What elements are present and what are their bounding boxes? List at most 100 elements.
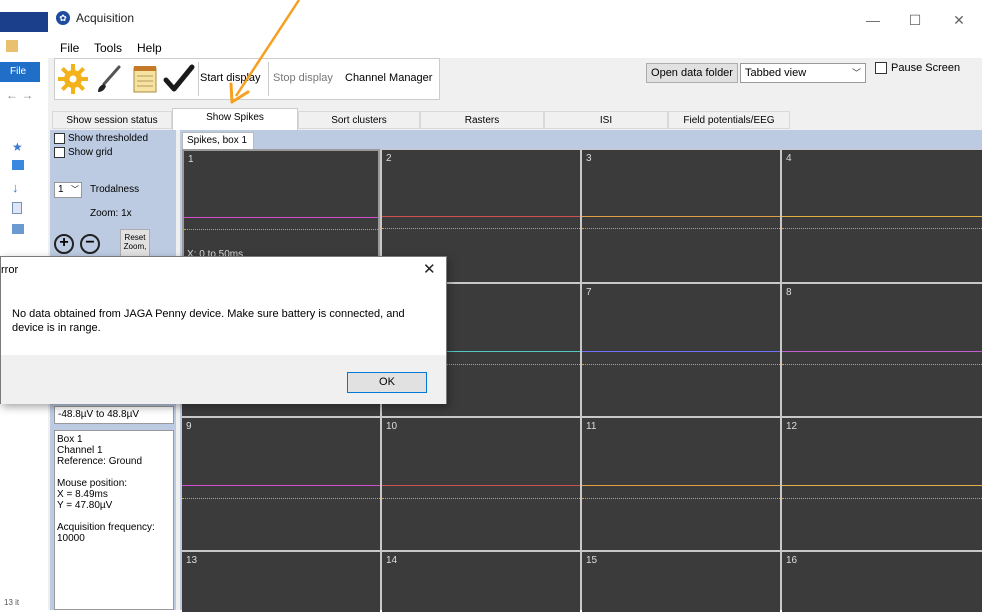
background-status-text: 13 it [4,598,20,607]
menu-file[interactable]: File [60,41,79,55]
tab-show-spikes[interactable]: Show Spikes [172,108,298,130]
open-data-folder-button[interactable]: Open data folder [646,63,738,83]
tab-rasters[interactable]: Rasters [420,111,544,129]
info-mouse-label: Mouse position: [57,478,128,489]
info-acq-freq-label: Acquisition frequency: [57,522,155,533]
threshold-line [382,228,580,229]
settings-gear-icon[interactable] [56,62,90,96]
show-thresholded-checkbox[interactable] [54,133,65,144]
spike-cell-3[interactable]: 3 [582,150,780,282]
threshold-line [582,498,780,499]
cell-number: 14 [386,555,398,566]
channel-info-box: Box 1 Channel 1 Reference: Ground Mouse … [54,430,174,610]
ok-button[interactable]: OK [347,372,427,393]
spike-trace [184,217,378,218]
threshold-line [782,498,982,499]
threshold-line [184,229,378,230]
spike-trace [182,485,380,486]
tab-field-potentials[interactable]: Field potentials/EEG [668,111,790,129]
background-nav-arrows[interactable]: ← → [6,88,33,102]
spike-cell-14[interactable]: 14 [382,552,580,612]
pause-screen-label: Pause Screen [891,62,961,74]
background-titlebar [0,12,48,32]
view-mode-select[interactable]: Tabbed view ﹀ [740,63,866,83]
show-grid-label: Show grid [68,147,113,158]
cell-number: 11 [586,421,597,432]
cell-number: 3 [586,153,592,164]
tab-session-status[interactable]: Show session status [52,111,172,129]
show-grid-checkbox[interactable] [54,147,65,158]
dialog-title: rror [1,264,19,276]
spike-cell-9[interactable]: 9 [182,418,380,550]
threshold-line [782,228,982,229]
cell-number: 10 [386,421,398,432]
threshold-line [582,228,780,229]
start-display-button[interactable]: Start display [200,72,261,84]
cell-number: 7 [586,287,592,298]
close-button[interactable]: ✕ [944,8,974,32]
view-mode-value: Tabbed view [745,67,807,79]
tab-isi[interactable]: ISI [544,111,668,129]
reset-zoom-button[interactable]: Reset Zoom, [120,229,150,259]
cell-number: 9 [186,421,192,432]
threshold-line [782,364,982,365]
spike-cell-11[interactable]: 11 [582,418,780,550]
dialog-close-icon[interactable]: ✕ [423,260,436,278]
threshold-line [182,498,380,499]
spike-cell-4[interactable]: 4 [782,150,982,282]
cell-number: 15 [586,555,598,566]
cell-number: 4 [786,153,792,164]
info-box: Box 1 [57,434,83,445]
pictures-icon [12,224,24,234]
toolbar-separator [198,62,199,96]
zoom-level-label: Zoom: 1x [90,208,132,219]
zoom-in-icon[interactable]: + [54,234,74,254]
threshold-line [582,364,780,365]
spike-cell-10[interactable]: 10 [382,418,580,550]
checkmark-icon[interactable] [162,62,196,96]
spike-cell-12[interactable]: 12 [782,418,982,550]
cell-number: 1 [188,154,194,165]
show-thresholded-label: Show thresholded [68,133,149,144]
menu-tools[interactable]: Tools [94,41,122,55]
maximize-button[interactable]: ☐ [900,8,930,32]
tab-sort-clusters[interactable]: Sort clusters [298,111,420,129]
info-mouse-x: X = 8.49ms [57,489,108,500]
spike-trace [382,485,580,486]
cell-number: 8 [786,287,792,298]
minimize-button[interactable]: — [858,8,888,32]
star-icon: ★ [12,140,23,154]
spike-trace [582,485,780,486]
background-file-tab[interactable]: File [0,62,40,82]
info-channel: Channel 1 [57,445,103,456]
pause-screen-checkbox[interactable] [875,62,887,74]
error-dialog: rror ✕ No data obtained from JAGA Penny … [0,256,447,404]
spike-trace [782,485,982,486]
trodalness-select[interactable]: 1 ﹀ [54,182,82,198]
channel-manager-button[interactable]: Channel Manager [345,72,432,84]
menu-help[interactable]: Help [137,41,162,55]
brush-icon[interactable] [92,62,126,96]
spike-cell-15[interactable]: 15 [582,552,780,612]
spike-cell-8[interactable]: 8 [782,284,982,416]
zoom-out-icon[interactable]: − [80,234,100,254]
stop-display-button[interactable]: Stop display [273,72,333,84]
spike-trace [582,216,780,217]
spike-trace [782,216,982,217]
spike-trace [582,351,780,352]
voltage-range-field: -48.8µV to 48.8µV [54,406,174,424]
spike-cell-13[interactable]: 13 [182,552,380,612]
spikes-box-tab[interactable]: Spikes, box 1 [182,132,254,149]
chevron-down-icon: ﹀ [71,185,79,194]
threshold-line [382,498,580,499]
notepad-icon[interactable] [128,62,162,96]
spike-cell-7[interactable]: 7 [582,284,780,416]
title-bar: ✿ Acquisition — ☐ ✕ [48,0,982,38]
trodalness-value: 1 [58,184,64,195]
desktop-icon [12,160,24,170]
chevron-down-icon: ﹀ [851,68,861,78]
info-acq-freq-value: 10000 [57,533,85,544]
folder-icon [6,40,18,52]
document-icon [12,202,22,214]
spike-cell-16[interactable]: 16 [782,552,982,612]
